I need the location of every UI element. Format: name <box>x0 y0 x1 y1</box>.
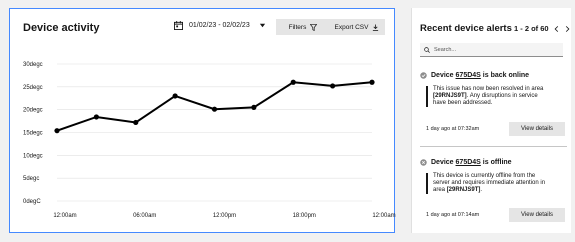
x-tick-label: 12:00am <box>372 213 395 219</box>
data-point <box>54 128 60 134</box>
y-tick-label: 10degc <box>23 153 43 159</box>
y-tick-label: 20degc <box>23 108 43 114</box>
data-point <box>290 79 296 85</box>
alerts-title: Recent device alerts <box>420 23 512 34</box>
series-line <box>56 81 373 132</box>
panel-title: Device activity <box>23 22 100 34</box>
alert-footer: 1 day ago at 07:14am View details <box>426 208 565 222</box>
alert-prefix: Device <box>431 159 454 166</box>
view-details-button[interactable]: View details <box>509 208 565 222</box>
calendar-icon <box>174 21 183 30</box>
export-csv-button[interactable]: Export CSV <box>329 19 385 35</box>
alert-status: is back online <box>482 72 530 79</box>
view-details-button[interactable]: View details <box>509 122 565 136</box>
chevron-right-icon[interactable] <box>564 25 571 33</box>
y-tick-label: 0degC <box>23 199 41 205</box>
activity-chart: 0degC 5degc 10degc 15degc 20degc 25degc 30degc… <box>23 62 396 219</box>
alert-time: 1 day ago at 07:32am <box>426 126 480 132</box>
message-text: This issue has now been resolved in area <box>433 86 544 92</box>
data-point <box>133 119 139 126</box>
divider <box>420 146 567 147</box>
alert-heading: Device 675D4S is offline <box>420 159 565 166</box>
y-tick-label: 5degc <box>23 176 39 182</box>
area-code: [29RNJS9T] <box>446 187 481 193</box>
alert-footer: 1 day ago at 07:32am View details <box>426 122 565 136</box>
alerts-search <box>420 43 563 57</box>
data-point <box>211 106 218 112</box>
alert-heading: Device 675D4S is back online <box>420 72 565 79</box>
download-icon <box>373 23 379 31</box>
date-range-picker[interactable]: 01/02/23 - 02/02/23 <box>174 21 266 30</box>
x-tick-label: 12:00pm <box>213 213 236 219</box>
checkmark-icon <box>420 72 427 79</box>
alert-item: Device 675D4S is back online This issue … <box>420 72 565 136</box>
x-tick-label: 06:00am <box>133 213 156 219</box>
export-label: Export CSV <box>334 23 369 31</box>
filters-button[interactable]: Filters <box>276 19 330 35</box>
device-link[interactable]: 675D4S <box>456 72 481 79</box>
device-activity-panel: 0degC 5degc 10degc 15degc 20degc 25degc 30degc… <box>9 8 396 233</box>
series-points <box>54 79 375 134</box>
device-link[interactable]: 675D4S <box>456 159 481 166</box>
data-point <box>251 104 257 110</box>
y-tick-label: 25degc <box>23 85 43 91</box>
date-range-value: 01/02/23 - 02/02/23 <box>189 22 250 29</box>
x-tick-label: 18:00pm <box>293 213 316 219</box>
x-tick-label: 12:00am <box>53 213 76 219</box>
alert-time: 1 day ago at 07:14am <box>426 212 480 218</box>
y-axis-ticks: 0degC 5degc 10degc 15degc 20degc 25degc 30degc <box>23 62 43 205</box>
pagination-text: 1 - 2 of 60 <box>514 24 549 33</box>
alert-message: This issue has now been resolved in area… <box>426 86 552 107</box>
alert-prefix: Device <box>431 72 454 79</box>
search-icon <box>424 46 430 53</box>
y-tick-label: 15degc <box>23 131 43 137</box>
x-axis-ticks: 12:00am 06:00am 12:00pm 18:00pm 12:00am <box>53 213 395 219</box>
filter-icon <box>310 23 318 31</box>
y-tick-label: 30degc <box>23 62 43 68</box>
area-code: [29RNJS9T] <box>433 93 467 99</box>
data-point <box>93 114 99 120</box>
alert-item: Device 675D4S is offline This device is … <box>420 159 565 222</box>
data-point <box>330 83 336 89</box>
recent-alerts-panel: Recent device alerts 1 - 2 of 60 Device … <box>411 8 571 233</box>
chevron-left-icon[interactable] <box>553 25 560 33</box>
alert-message: This device is currently offline from th… <box>426 173 552 194</box>
alerts-pagination: 1 - 2 of 60 <box>514 24 571 33</box>
search-input[interactable] <box>434 46 554 53</box>
data-point <box>172 93 178 99</box>
alert-status: is offline <box>482 159 512 166</box>
message-text: . <box>480 187 483 193</box>
caret-down-icon <box>259 23 265 28</box>
close-circle-icon <box>420 159 427 166</box>
filters-label: Filters <box>288 23 307 31</box>
data-point <box>369 79 375 85</box>
